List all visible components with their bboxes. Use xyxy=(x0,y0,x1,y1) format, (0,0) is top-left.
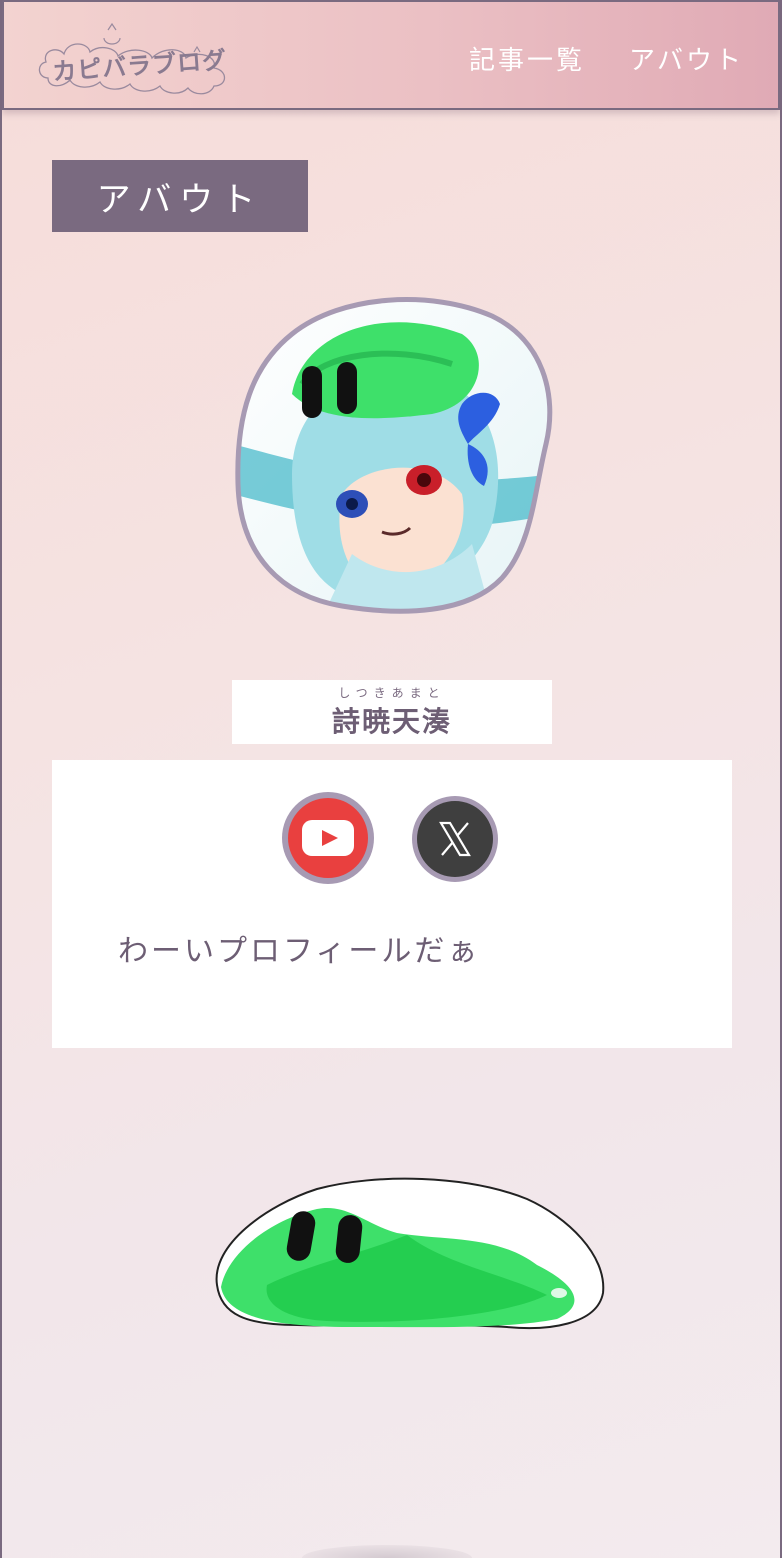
page-title-box: アバウト xyxy=(52,160,308,232)
site-logo-link[interactable]: カピバラブログ xyxy=(34,16,234,100)
avatar xyxy=(232,294,554,618)
profile-card: わーいプロフィールだぁ xyxy=(52,760,732,1048)
x-icon xyxy=(439,821,471,857)
nav-item-articles[interactable]: 記事一覧 xyxy=(469,40,585,77)
x-link[interactable] xyxy=(412,796,498,882)
profile-bio: わーいプロフィールだぁ xyxy=(118,934,481,969)
slime-illustration xyxy=(207,1175,607,1340)
main-nav: 記事一覧 アバウト xyxy=(469,40,744,77)
profile-name: 詩暁天湊 xyxy=(331,705,452,738)
slime-icon xyxy=(215,1177,605,1330)
profile-name-box: しつきあまと 詩暁天湊 xyxy=(232,680,552,744)
avatar-illustration xyxy=(235,297,553,614)
youtube-icon xyxy=(302,820,354,856)
site-header: カピバラブログ 記事一覧 アバウト xyxy=(2,0,780,110)
profile-name-ruby: しつきあまと xyxy=(338,686,446,700)
youtube-link[interactable] xyxy=(282,792,374,884)
bottom-decoration xyxy=(302,1545,472,1558)
nav-item-about[interactable]: アバウト xyxy=(629,40,744,77)
page-title: アバウト xyxy=(96,179,264,220)
